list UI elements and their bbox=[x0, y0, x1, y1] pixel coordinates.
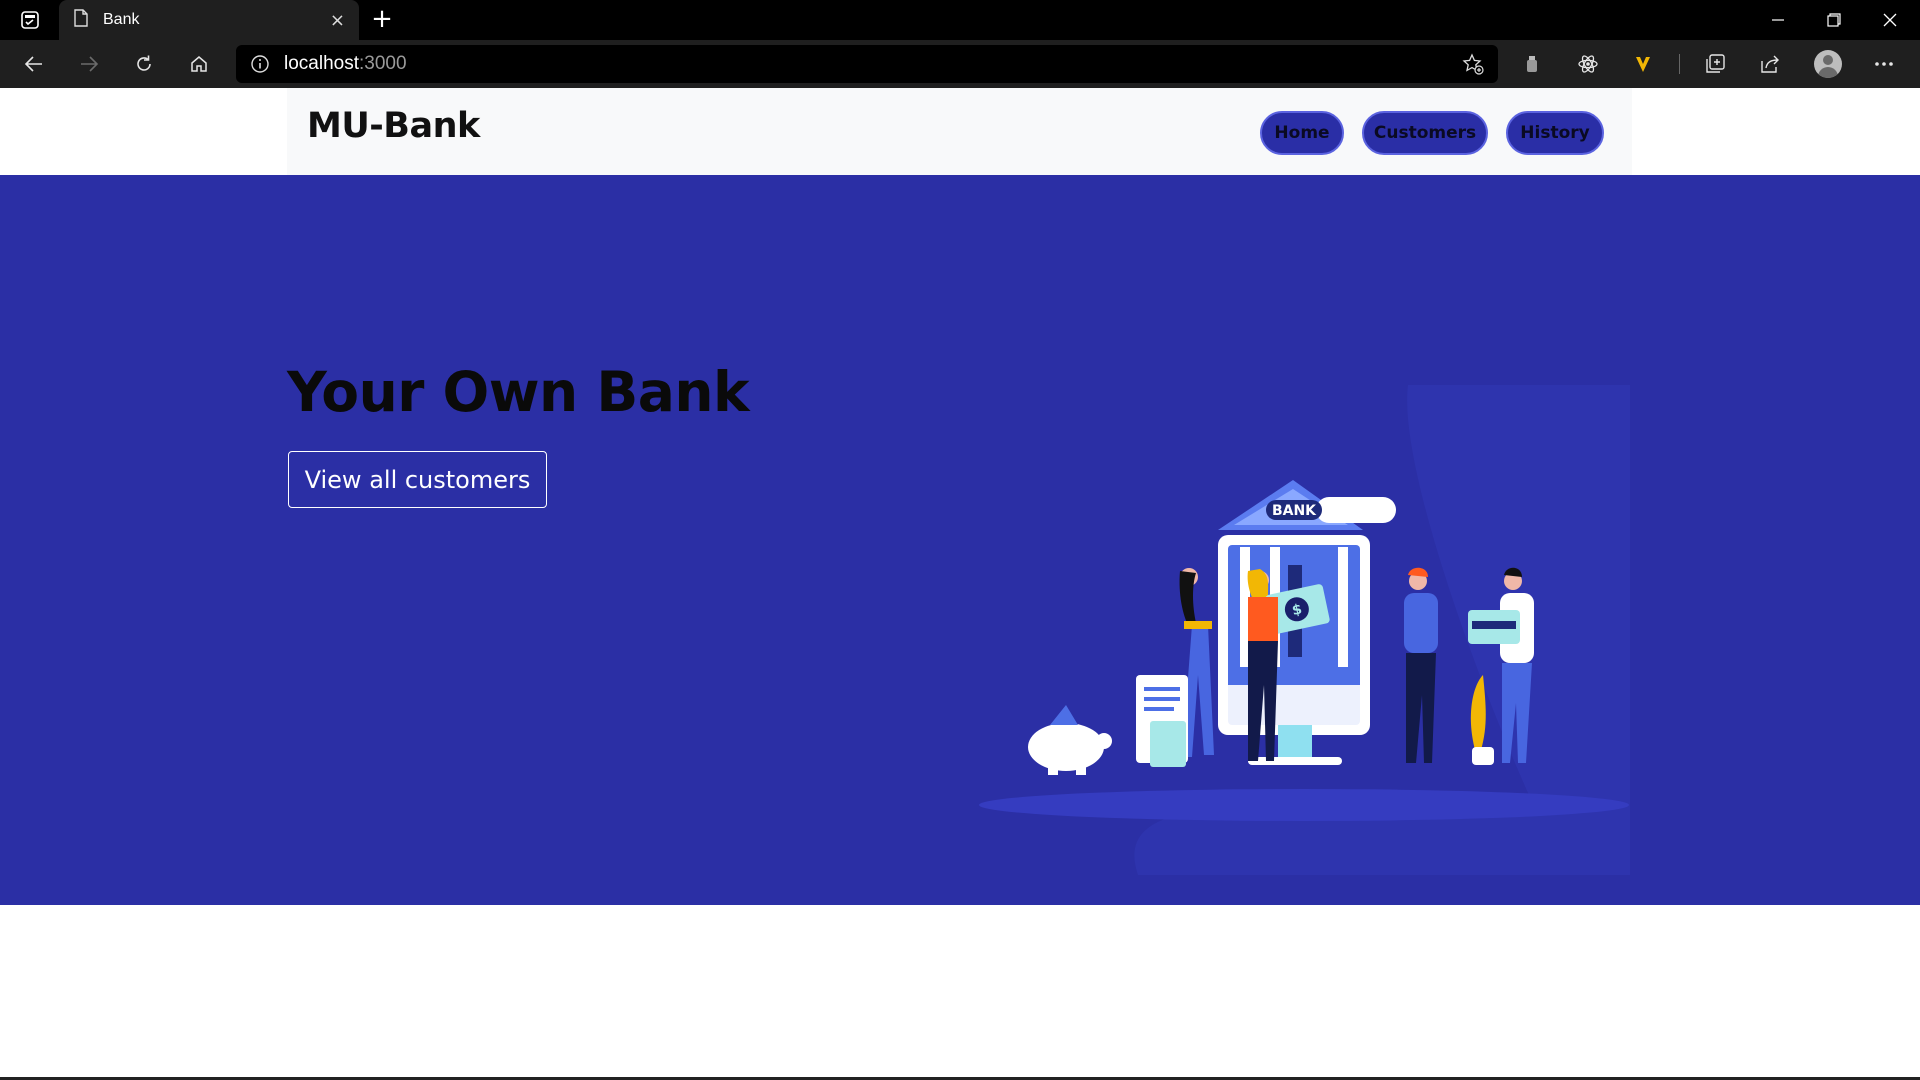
view-all-customers-button[interactable]: View all customers bbox=[288, 451, 547, 508]
close-window-icon[interactable] bbox=[1862, 0, 1918, 40]
browser-titlebar: Bank × + bbox=[0, 0, 1920, 40]
bank-illustration: BANK $ bbox=[979, 385, 1630, 875]
site-brand[interactable]: MU-Bank bbox=[307, 106, 480, 146]
browser-tab[interactable]: Bank × bbox=[59, 0, 359, 40]
site-navbar: MU-Bank Home Customers History bbox=[287, 88, 1632, 175]
restore-icon[interactable] bbox=[1806, 0, 1862, 40]
bank-sign-text: BANK bbox=[1272, 503, 1317, 519]
hero-section: Your Own Bank View all customers BANK $ bbox=[0, 175, 1920, 905]
home-icon[interactable] bbox=[181, 48, 217, 80]
react-devtools-icon[interactable] bbox=[1570, 48, 1606, 80]
address-bar[interactable]: localhost:3000 bbox=[236, 45, 1498, 83]
add-favorite-icon[interactable] bbox=[1458, 49, 1488, 79]
browser-toolbar: localhost:3000 bbox=[0, 40, 1920, 88]
forward-icon[interactable] bbox=[71, 48, 107, 80]
extension-bottle-icon[interactable] bbox=[1514, 48, 1550, 80]
close-tab-icon[interactable]: × bbox=[330, 10, 345, 31]
minimize-icon[interactable] bbox=[1750, 0, 1806, 40]
tab-title: Bank bbox=[103, 11, 140, 28]
more-options-icon[interactable] bbox=[1866, 48, 1902, 80]
new-tab-button[interactable]: + bbox=[368, 6, 396, 34]
refresh-icon[interactable] bbox=[126, 48, 162, 80]
share-icon[interactable] bbox=[1752, 48, 1788, 80]
collections-icon[interactable] bbox=[1697, 48, 1733, 80]
back-icon[interactable] bbox=[16, 48, 52, 80]
page-icon bbox=[73, 9, 89, 31]
tab-actions-icon[interactable] bbox=[12, 8, 48, 32]
vue-devtools-icon[interactable] bbox=[1625, 48, 1661, 80]
page-viewport: MU-Bank Home Customers History Your Own … bbox=[0, 88, 1920, 1080]
nav-home-button[interactable]: Home bbox=[1260, 111, 1344, 155]
nav-history-button[interactable]: History bbox=[1506, 111, 1604, 155]
profile-avatar[interactable] bbox=[1814, 50, 1842, 78]
hero-title: Your Own Bank bbox=[287, 360, 750, 424]
url-host: localhost bbox=[284, 53, 359, 74]
nav-customers-button[interactable]: Customers bbox=[1362, 111, 1488, 155]
toolbar-divider bbox=[1679, 54, 1680, 74]
url-port: :3000 bbox=[359, 53, 407, 74]
site-info-icon[interactable] bbox=[236, 45, 284, 83]
